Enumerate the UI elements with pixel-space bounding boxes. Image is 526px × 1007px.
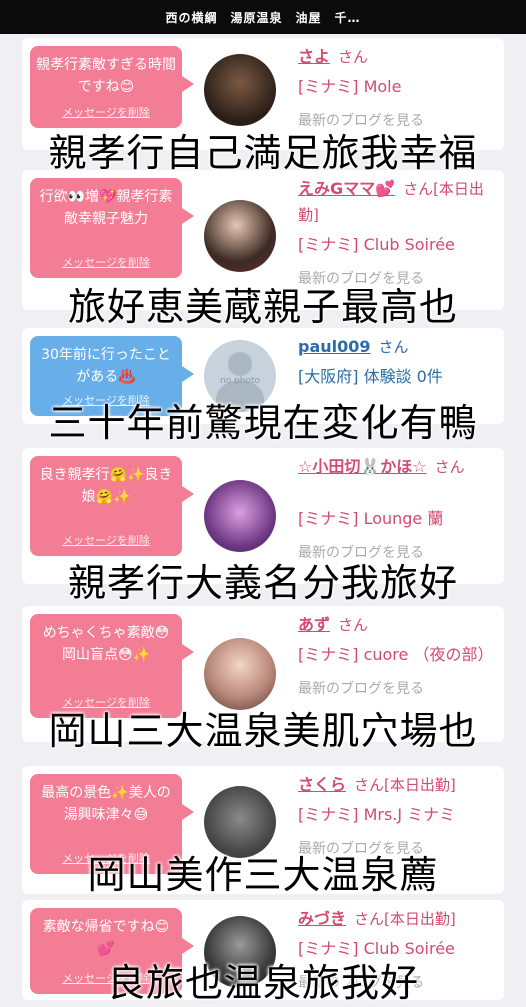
shop-link[interactable]: [ミナミ] Mole (298, 74, 498, 100)
no-photo-label: no photo (219, 376, 261, 386)
delete-message-link[interactable]: メッセージを削除 (30, 530, 182, 552)
user-suffix: さん (378, 338, 409, 356)
message-bubble: 行欲👀増💖親孝行素敵幸親子魅力 メッセージを削除 (30, 178, 194, 278)
user-suffix: さん[本日出勤] (354, 910, 456, 928)
person-silhouette-icon (228, 352, 252, 376)
delete-message-link[interactable]: メッセージを削除 (30, 102, 182, 124)
shop-link[interactable]: [ミナミ] Lounge 蘭 (298, 506, 498, 532)
avatar[interactable] (204, 480, 276, 552)
shop-link[interactable]: [ミナミ] Mrs.J ミナミ (298, 802, 498, 828)
blog-link[interactable]: 最新のブログを見る (298, 678, 498, 698)
message-bubble: 良き親孝行🤗✨良き娘🤗✨ メッセージを削除 (30, 456, 194, 556)
message-text: 良き親孝行🤗✨良き娘🤗✨ (39, 467, 173, 505)
message-text: 最高の景色✨美人の湯興味津々😅 (41, 785, 171, 823)
overlay-caption: 親孝行自己満足旅我幸福 (48, 131, 478, 175)
message-text: 行欲👀増💖親孝行素敵幸親子魅力 (39, 189, 173, 227)
user-name-link[interactable]: ☆小田切🐰かほ☆ (298, 457, 427, 476)
user-name-link[interactable]: みづき (298, 909, 346, 928)
user-name-link[interactable]: あず (298, 615, 330, 634)
user-suffix: さん (338, 616, 369, 634)
shop-link[interactable]: [ミナミ] Club Soirée (298, 232, 498, 258)
user-name-link[interactable]: えみGママ💕 (298, 179, 395, 198)
user-name-link[interactable]: paul009 (298, 337, 371, 356)
overlay-caption: 三十年前驚現在変化有鴨 (48, 401, 478, 445)
avatar[interactable] (204, 200, 276, 272)
page-header-title: 西の横綱 湯原温泉 油屋 千… (0, 0, 526, 34)
overlay-caption: 岡山三大温泉美肌穴場也 (48, 709, 478, 753)
overlay-caption: 親孝行大義名分我旅好 (67, 561, 458, 605)
user-suffix: さん[本日出勤] (354, 776, 456, 794)
message-bubble: 親孝行素敵すぎる時間ですね😊 メッセージを削除 (30, 46, 194, 128)
message-text: 30年前に行ったことがある♨️ (41, 347, 171, 385)
user-name-link[interactable]: さよ (298, 47, 330, 66)
message-text: めちゃくちゃ素敵😳岡山盲点😳✨ (42, 625, 170, 663)
user-suffix: さん (338, 48, 369, 66)
message-text: 親孝行素敵すぎる時間ですね😊 (36, 57, 176, 95)
avatar[interactable] (204, 54, 276, 126)
user-name-link[interactable]: さくら (298, 775, 346, 794)
delete-message-link[interactable]: メッセージを削除 (30, 252, 182, 274)
shop-link[interactable]: [大阪府] 体験談 0件 (298, 364, 498, 390)
user-suffix: さん (434, 458, 465, 476)
overlay-caption: 旅好恵美蔵親子最高也 (67, 285, 458, 329)
shop-link[interactable]: [ミナミ] cuore （夜の部） (298, 642, 498, 668)
overlay-caption: 良旅也温泉旅我好 (106, 961, 419, 1005)
overlay-caption: 岡山美作三大温泉薦 (87, 853, 439, 897)
